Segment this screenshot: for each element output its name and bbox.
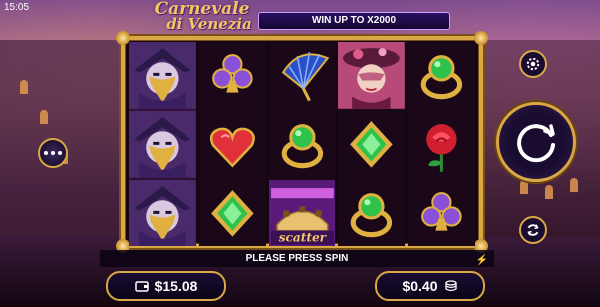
scatter-label: scatter <box>278 230 327 244</box>
masked-man-symbol <box>129 179 196 247</box>
masked-lady-symbol <box>338 42 406 109</box>
more-dots-icon <box>51 151 55 155</box>
balance-display: $15.08 <box>106 271 226 301</box>
menu-button[interactable] <box>38 138 68 168</box>
background-window <box>520 180 528 194</box>
emerald-ring-symbol <box>338 180 405 247</box>
emerald-ring-symbol <box>408 42 475 109</box>
scatter-symbol: scatter <box>268 179 336 247</box>
reel-2 <box>198 42 266 247</box>
balance-value: $15.08 <box>154 278 198 294</box>
masked-man-symbol <box>129 110 196 178</box>
bet-selector[interactable]: $0.40 <box>375 271 485 301</box>
diamond-emerald-symbol <box>199 180 266 247</box>
reel-1 <box>129 42 196 247</box>
gear-icon <box>526 57 540 71</box>
win-banner: WIN UP TO X2000 <box>258 12 450 30</box>
game-message-bar: PLEASE PRESS SPIN ⚡ <box>100 250 494 267</box>
frame-corner-ornament <box>116 31 130 45</box>
club-amethyst-symbol <box>408 180 475 247</box>
wallet-icon <box>134 281 149 292</box>
autoplay-icon <box>527 224 539 236</box>
reel-3: scatter <box>268 42 336 247</box>
reel-frame: scatter <box>116 31 488 253</box>
emerald-ring-symbol <box>269 111 336 178</box>
spin-button[interactable] <box>496 102 576 182</box>
settings-button[interactable] <box>519 50 547 78</box>
coins-icon <box>444 280 457 292</box>
game-message: PLEASE PRESS SPIN <box>245 253 349 264</box>
background-window <box>570 178 578 192</box>
club-amethyst-symbol <box>199 42 266 109</box>
game-logo: Carnevale di Venezia <box>148 1 256 38</box>
lightning-icon[interactable]: ⚡ <box>476 252 488 269</box>
autoplay-button[interactable] <box>519 216 547 244</box>
background-window <box>40 110 48 124</box>
logo-line-2: di Venezia <box>166 15 252 33</box>
clock-time: 15:05 <box>4 2 30 13</box>
heart-ruby-symbol <box>199 111 266 178</box>
masked-man-symbol <box>129 42 196 109</box>
background-window <box>545 185 553 199</box>
diamond-emerald-symbol <box>338 111 405 178</box>
more-dots-icon <box>44 151 48 155</box>
bet-value: $0.40 <box>402 278 438 294</box>
background-window <box>20 80 28 94</box>
reel-5 <box>408 42 475 247</box>
reel-4 <box>338 42 406 247</box>
reels-grid: scatter <box>129 42 475 247</box>
more-dots-icon <box>58 151 62 155</box>
fan-symbol <box>269 42 336 109</box>
rose-symbol <box>408 111 475 178</box>
frame-corner-ornament <box>474 31 488 45</box>
spin-arrow-icon <box>517 124 555 163</box>
